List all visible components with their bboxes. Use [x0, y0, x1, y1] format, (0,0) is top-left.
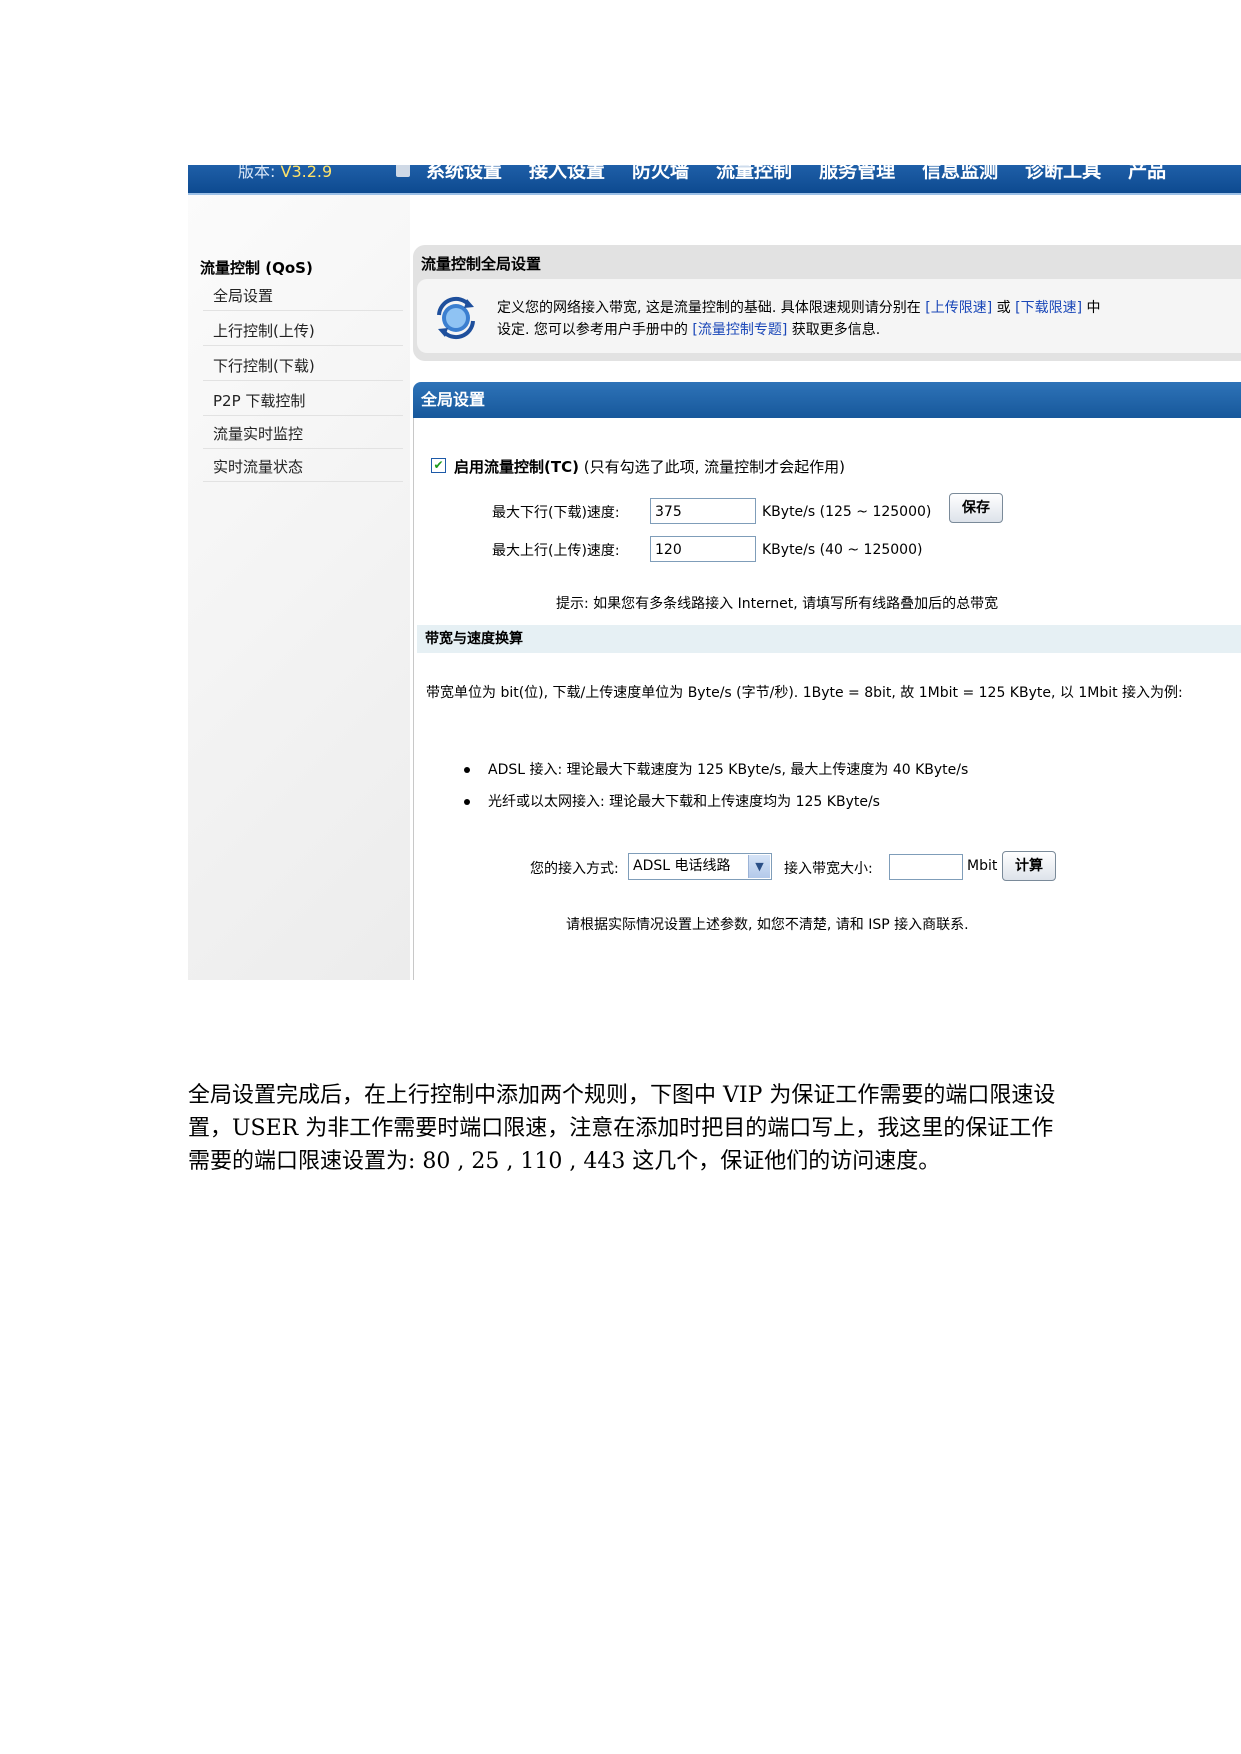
list-item: ADSL 接入: 理论最大下载速度为 125 KByte/s, 最大上传速度为 … [464, 754, 968, 786]
sidebar-item-p2p[interactable]: P2P 下载控制 [203, 386, 403, 416]
bandwidth-size-input[interactable] [889, 854, 963, 880]
info-text: 定义您的网络接入带宽, 这是流量控制的基础. 具体限速规则请分别在 [上传限速]… [497, 300, 1101, 338]
refresh-icon [437, 296, 475, 340]
manual-topic-link[interactable]: [流量控制专题] [692, 322, 787, 338]
version-label: 版本: V3.2.9 [238, 165, 332, 182]
access-method-label: 您的接入方式: [530, 861, 619, 877]
bandwidth-hint: 提示: 如果您有多条线路接入 Internet, 请填写所有线路叠加后的总带宽 [556, 596, 999, 612]
upload-limit-link[interactable]: [上传限速] [925, 300, 992, 316]
max-download-input[interactable]: 375 [650, 498, 756, 524]
menu-item-product[interactable]: 产品 [1128, 165, 1166, 183]
global-settings-panel: ✔ 启用流量控制(TC) (只有勾选了此项, 流量控制才会起作用) 最大下行(下… [413, 418, 1241, 980]
menu-item-monitor[interactable]: 信息监测 [922, 165, 998, 183]
calculate-button[interactable]: 计算 [1002, 851, 1056, 881]
list-item: 光纤或以太网接入: 理论最大下载和上传速度均为 125 KByte/s [464, 786, 968, 818]
sidebar-title: 流量控制 (QoS) [200, 259, 313, 277]
max-download-label: 最大下行(下载)速度: [492, 505, 620, 521]
menu-item-firewall[interactable]: 防火墙 [632, 165, 689, 183]
info-body: 定义您的网络接入带宽, 这是流量控制的基础. 具体限速规则请分别在 [上传限速]… [417, 279, 1241, 353]
sidebar-item-upload[interactable]: 上行控制(上传) [203, 316, 403, 346]
conversion-section-title: 带宽与速度换算 [417, 625, 1241, 653]
enable-tc-label: 启用流量控制(TC) (只有勾选了此项, 流量控制才会起作用) [454, 458, 845, 476]
sidebar-item-global[interactable]: 全局设置 [203, 281, 403, 311]
menu-item-diagnostics[interactable]: 诊断工具 [1025, 165, 1101, 183]
save-button[interactable]: 保存 [949, 493, 1003, 523]
conversion-explanation: 带宽单位为 bit(位), 下载/上传速度单位为 Byte/s (字节/秒). … [426, 685, 1183, 701]
sidebar-item-realtime-monitor[interactable]: 流量实时监控 [203, 419, 403, 449]
conversion-examples: ADSL 接入: 理论最大下载速度为 125 KByte/s, 最大上传速度为 … [464, 754, 968, 818]
chevron-down-icon[interactable]: ▼ [748, 855, 770, 878]
sidebar: 流量控制 (QoS) 全局设置 上行控制(上传) 下行控制(下载) P2P 下载… [188, 195, 411, 980]
max-download-unit: KByte/s (125 ~ 125000) [762, 504, 932, 520]
menu-item-access[interactable]: 接入设置 [529, 165, 605, 183]
menu-item-system[interactable]: 系统设置 [426, 165, 502, 183]
max-upload-label: 最大上行(上传)速度: [492, 543, 620, 559]
download-limit-link[interactable]: [下载限速] [1015, 300, 1082, 316]
access-method-select[interactable]: ADSL 电话线路 ▼ [628, 853, 772, 880]
enable-tc-checkbox[interactable]: ✔ [431, 458, 446, 473]
panel-title: 全局设置 [413, 382, 1241, 418]
main-content: 流量控制全局设置 定义您的网络接入带宽, 这是流量控制的基础. 具体限速规则请分… [410, 195, 1241, 980]
top-menu-bar: 版本: V3.2.9 系统设置 接入设置 防火墙 流量控制 服务管理 信息监测 … [188, 165, 1241, 195]
bandwidth-size-label: 接入带宽大小: [784, 861, 873, 877]
sidebar-item-traffic-status[interactable]: 实时流量状态 [203, 452, 403, 482]
max-upload-input[interactable]: 120 [650, 536, 756, 562]
max-upload-unit: KByte/s (40 ~ 125000) [762, 542, 923, 558]
sidebar-item-download[interactable]: 下行控制(下载) [203, 351, 403, 381]
info-box: 流量控制全局设置 定义您的网络接入带宽, 这是流量控制的基础. 具体限速规则请分… [413, 245, 1241, 361]
info-heading: 流量控制全局设置 [421, 255, 542, 273]
menu-item-services[interactable]: 服务管理 [819, 165, 895, 183]
contact-isp-note: 请根据实际情况设置上述参数, 如您不清楚, 请和 ISP 接入商联系. [566, 917, 969, 933]
bandwidth-unit: Mbit [967, 858, 998, 874]
menu-icon [396, 165, 410, 177]
document-paragraph: 全局设置完成后，在上行控制中添加两个规则，下图中 VIP 为保证工作需要的端口限… [188, 1083, 1056, 1174]
main-menu: 系统设置 接入设置 防火墙 流量控制 服务管理 信息监测 诊断工具 产品 [426, 165, 1166, 183]
router-screenshot: 版本: V3.2.9 系统设置 接入设置 防火墙 流量控制 服务管理 信息监测 … [188, 165, 1241, 980]
version-number: V3.2.9 [280, 165, 333, 181]
menu-item-traffic[interactable]: 流量控制 [716, 165, 792, 183]
